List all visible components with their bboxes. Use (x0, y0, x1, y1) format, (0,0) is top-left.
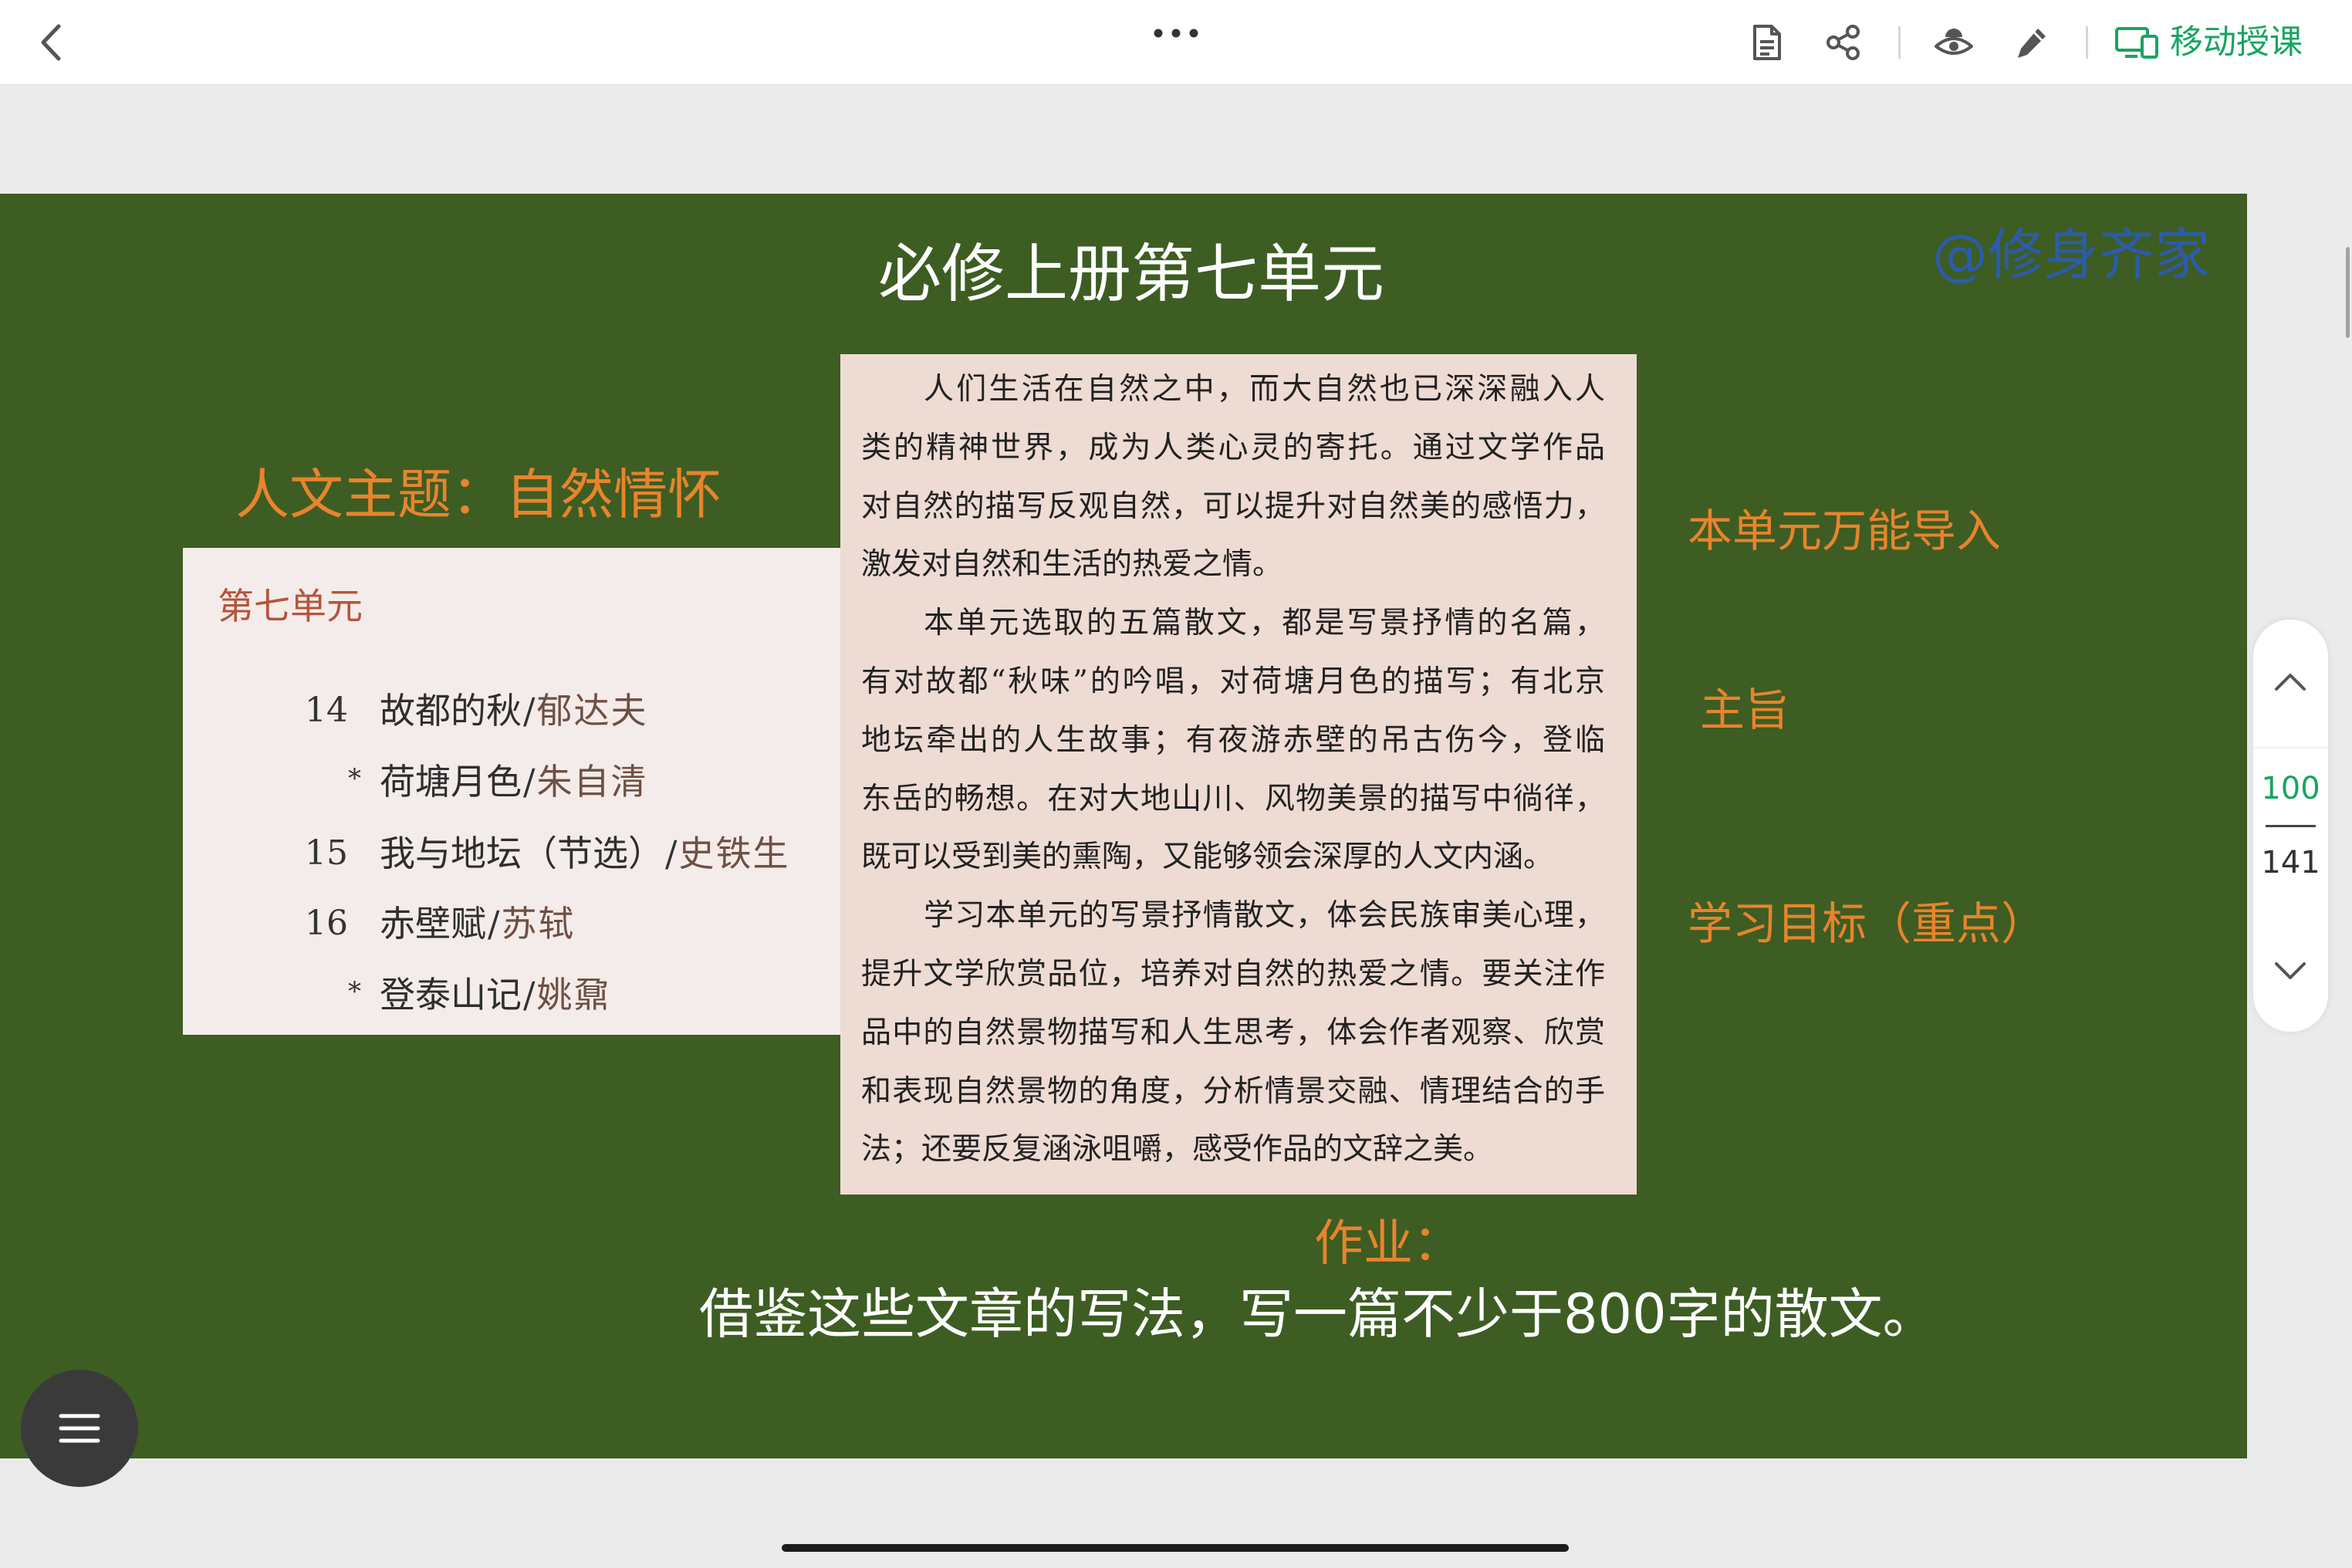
text-line: 类的精神世界，成为人类心灵的寄托。通过文学作品 (861, 430, 1605, 465)
homework-label: 作业： (1314, 1215, 1462, 1272)
document-icon (1753, 25, 1781, 60)
list-item: * 荷塘月色/朱自清 (183, 759, 840, 805)
unit-heading: 第七单元 (218, 586, 363, 628)
list-item: 16 赤壁赋/苏轼 (183, 901, 840, 947)
toolbar-divider (2086, 26, 2088, 59)
text-line: 品中的自然景物描写和人生思考，体会作者观察、欣赏 (861, 1015, 1605, 1050)
scrollbar[interactable] (2346, 247, 2350, 338)
lesson-marker: * (348, 763, 361, 794)
text-line: 既可以受到美的熏陶，又能够领会深厚的人文内涵。 (861, 840, 1554, 875)
list-item: 15 我与地坛（节选）/史铁生 (183, 830, 840, 877)
separator: / (488, 903, 500, 945)
lesson-author: 郁达夫 (536, 690, 648, 732)
mobile-teach-label: 移动授课 (2170, 23, 2303, 62)
page-fraction-line (2266, 825, 2316, 827)
lesson-number: 15 (305, 833, 348, 873)
list-item: 14 故都的秋/郁达夫 (183, 688, 840, 734)
toolbar-divider (1898, 26, 1901, 59)
homework-text: 借鉴这些文章的写法，写一篇不少于800字的散文。 (699, 1282, 1937, 1346)
pager-divider (2253, 747, 2328, 749)
theme-heading: 人文主题：自然情怀 (235, 463, 721, 526)
pen-icon (2018, 29, 2046, 58)
notes-button[interactable] (1745, 22, 1789, 63)
home-indicator[interactable] (782, 1544, 1569, 1552)
annotate-button[interactable] (2009, 22, 2054, 63)
more-horizontal-icon (1154, 29, 1198, 38)
slide-canvas: 必修上册第七单元 @修身齐家 人文主题：自然情怀 第七单元 14 故都的秋/郁达… (0, 194, 2247, 1458)
top-toolbar: 移动授课 (0, 0, 2352, 85)
text-line: 法；还要反复涵泳咀嚼，感受作品的文辞之美。 (861, 1132, 1494, 1168)
lesson-title: 登泰山记 (380, 974, 522, 1015)
separator: / (523, 690, 536, 732)
lesson-author: 史铁生 (678, 833, 790, 874)
total-pages: 141 (2261, 845, 2320, 880)
chevron-left-icon (41, 24, 61, 61)
chevron-down-icon[interactable] (2273, 961, 2307, 981)
menu-button[interactable] (21, 1370, 138, 1487)
separator: / (523, 761, 536, 803)
text-line: 东岳的畅想。在对大地山川、风物美景的描写中徜徉， (861, 781, 1605, 816)
text-line: 地坛牵出的人生故事；有夜游赤壁的吊古伤今，登临 (861, 722, 1605, 758)
watermark: @修身齐家 (1932, 222, 2211, 287)
hamburger-menu-icon (59, 1414, 100, 1443)
separator: / (523, 974, 536, 1015)
back-button[interactable] (31, 22, 69, 63)
text-line: 和表现自然景物的角度，分析情景交融、情理结合的手 (861, 1073, 1605, 1109)
unit-intro-panel: 人们生活在自然之中，而大自然也已深深融入人 类的精神世界，成为人类心灵的寄托。通… (840, 354, 1637, 1195)
chevron-up-icon[interactable] (2273, 672, 2307, 692)
lesson-title: 荷塘月色 (380, 761, 522, 803)
text-line: 提升文学欣赏品位，培养对自然的热爱之情。要关注作 (861, 956, 1605, 992)
lesson-author: 朱自清 (536, 761, 648, 803)
text-line: 人们生活在自然之中，而大自然也已深深融入人 (924, 372, 1605, 407)
label-theme: 主旨 (1700, 684, 1790, 736)
slide-title: 必修上册第七单元 (877, 238, 1384, 311)
list-item: * 登泰山记/姚鼐 (183, 972, 840, 1018)
text-line: 本单元选取的五篇散文，都是写景抒情的名篇， (924, 606, 1605, 641)
lesson-title: 我与地坛（节选） (380, 833, 664, 874)
lesson-author: 苏轼 (501, 903, 576, 945)
lesson-number: 16 (305, 904, 348, 943)
lesson-title: 故都的秋 (380, 690, 522, 732)
page-navigator: 100 141 (2253, 620, 2328, 1032)
text-line: 有对故都“秋味”的吟唱，对荷塘月色的描写；有北京 (861, 664, 1605, 699)
separator: / (665, 833, 678, 874)
unit-intro-text: 人们生活在自然之中，而大自然也已深深融入人 类的精神世界，成为人类心灵的寄托。通… (861, 360, 1605, 1179)
share-button[interactable] (1821, 22, 1866, 63)
label-intro: 本单元万能导入 (1688, 505, 2002, 557)
lesson-author: 姚鼐 (536, 974, 611, 1015)
mobile-teach-button[interactable]: 移动授课 (2114, 22, 2303, 63)
screen-cast-icon (2115, 27, 2158, 59)
unit-contents-panel: 第七单元 14 故都的秋/郁达夫 * 荷塘月色/朱自清 15 我与地坛（节选）/… (183, 548, 840, 1035)
current-page: 100 (2261, 771, 2320, 806)
eye-icon (1935, 29, 1973, 55)
lesson-number: 14 (305, 691, 348, 730)
more-button[interactable] (1150, 20, 1202, 46)
text-line: 激发对自然和生活的热爱之情。 (861, 547, 1283, 583)
lesson-marker: * (348, 976, 361, 1007)
text-line: 对自然的描写反观自然，可以提升对自然美的感悟力， (861, 488, 1605, 524)
view-button[interactable] (1931, 22, 1977, 63)
share-icon (1827, 25, 1860, 60)
text-line: 学习本单元的写景抒情散文，体会民族审美心理， (924, 898, 1605, 934)
label-goals: 学习目标（重点） (1688, 897, 2046, 950)
lesson-title: 赤壁赋 (380, 903, 486, 945)
